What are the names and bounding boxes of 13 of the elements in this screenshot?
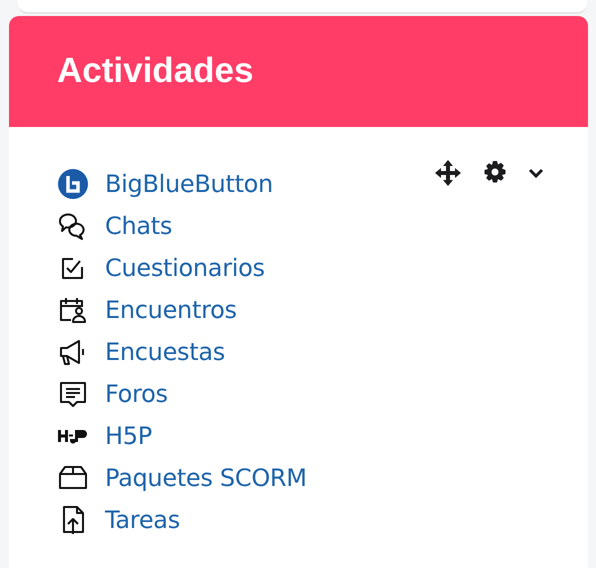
activity-link[interactable]: H5P <box>105 418 152 454</box>
activity-link[interactable]: Encuentros <box>105 292 237 328</box>
activity-link[interactable]: BigBlueButton <box>105 166 273 202</box>
chevron-down-icon[interactable] <box>528 167 544 179</box>
activity-link[interactable]: Paquetes SCORM <box>105 460 307 496</box>
activity-link[interactable]: Chats <box>105 208 172 244</box>
activity-link[interactable]: Foros <box>105 376 168 412</box>
block-title: Actividades <box>57 52 254 91</box>
activity-link[interactable]: Cuestionarios <box>105 250 265 286</box>
bigbluebutton-icon <box>57 168 89 200</box>
activity-link[interactable]: Encuestas <box>105 334 225 370</box>
activity-link[interactable]: Tareas <box>105 502 180 538</box>
move-icon[interactable] <box>434 159 462 187</box>
